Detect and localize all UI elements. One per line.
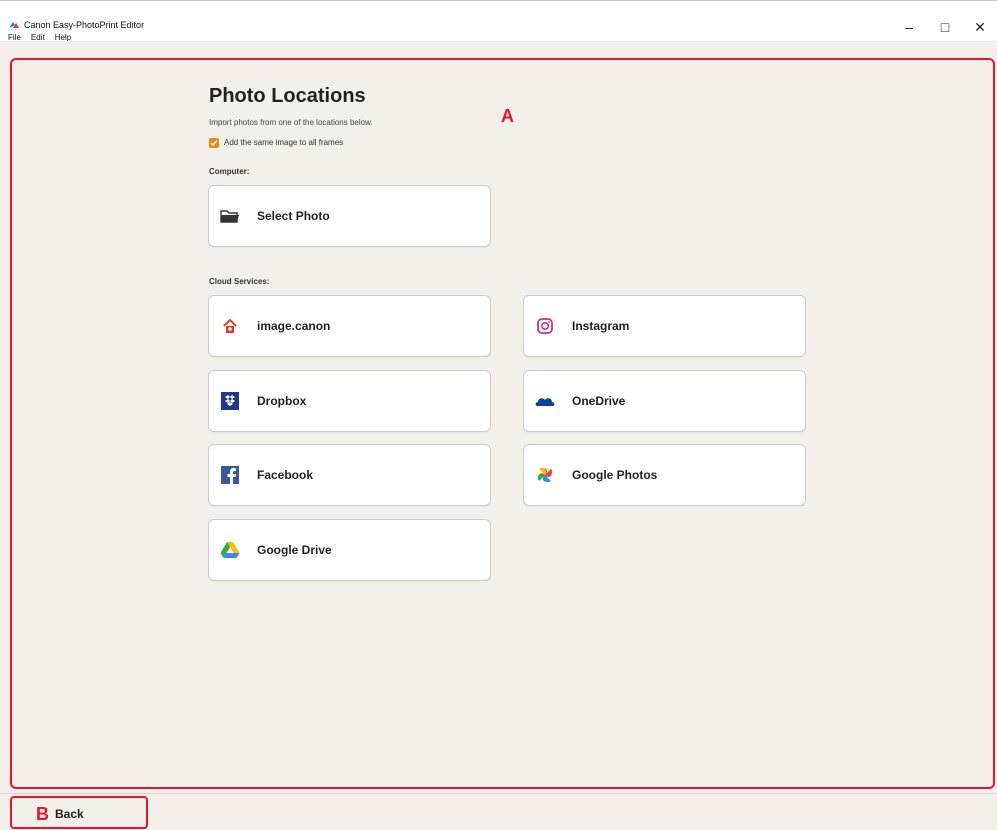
facebook-icon [219, 464, 241, 486]
google-drive-icon [219, 539, 241, 561]
back-button[interactable]: B Back [36, 805, 84, 823]
service-image-canon[interactable]: image.canon [208, 295, 491, 357]
window-title: Canon Easy-PhotoPrint Editor [24, 20, 145, 30]
service-google-drive[interactable]: Google Drive [208, 519, 491, 581]
service-facebook[interactable]: Facebook [208, 444, 491, 506]
dropbox-icon [219, 390, 241, 412]
service-onedrive[interactable]: OneDrive [523, 370, 806, 432]
select-photo-button[interactable]: Select Photo [208, 185, 491, 247]
same-image-checkbox[interactable] [209, 138, 219, 148]
close-button[interactable]: ✕ [965, 17, 995, 37]
check-icon [210, 140, 218, 147]
service-label: Google Photos [572, 468, 658, 482]
service-label: Instagram [572, 319, 630, 333]
page-subtitle: Import photos from one of the locations … [209, 118, 373, 127]
title-bar: Canon Easy-PhotoPrint Editor File Edit H… [0, 0, 997, 42]
bottom-bar [0, 793, 997, 830]
same-image-checkbox-label: Add the same image to all frames [224, 138, 344, 147]
service-instagram[interactable]: Instagram [523, 295, 806, 357]
minimize-button[interactable]: – [894, 17, 924, 37]
service-label: image.canon [257, 319, 331, 333]
cloud-services-section-label: Cloud Services: [209, 277, 270, 286]
back-button-label: Back [55, 807, 84, 821]
service-label: Dropbox [257, 394, 307, 408]
select-photo-label: Select Photo [257, 209, 330, 223]
maximize-button[interactable]: □ [930, 17, 960, 37]
service-label: Facebook [257, 468, 314, 482]
annotation-label-b: B [36, 804, 49, 824]
page-title: Photo Locations [209, 85, 366, 107]
google-photos-icon [534, 464, 556, 486]
computer-section-label: Computer: [209, 167, 250, 176]
same-image-checkbox-row[interactable]: Add the same image to all frames [209, 137, 343, 149]
main-content [0, 41, 997, 793]
folder-icon [219, 205, 241, 227]
image-canon-icon [219, 315, 241, 337]
service-dropbox[interactable]: Dropbox [208, 370, 491, 432]
service-label: Google Drive [257, 543, 332, 557]
app-logo-icon [9, 22, 19, 28]
service-label: OneDrive [572, 394, 626, 408]
instagram-icon [534, 315, 556, 337]
onedrive-icon [534, 390, 556, 412]
service-google-photos[interactable]: Google Photos [523, 444, 806, 506]
annotation-label-a: A [501, 106, 514, 126]
